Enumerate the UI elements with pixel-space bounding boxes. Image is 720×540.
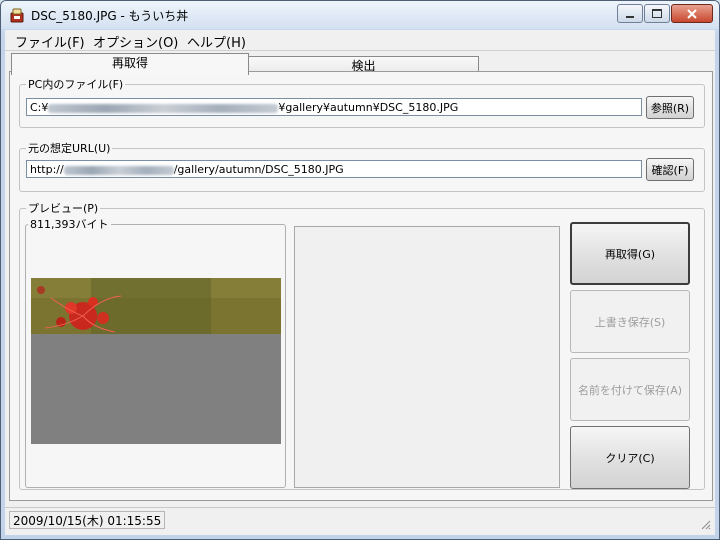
minimize-icon bbox=[626, 15, 634, 18]
menu-file[interactable]: ファイル(F) bbox=[15, 32, 85, 51]
status-datetime: 2009/10/15(木) 01:15:55 bbox=[9, 511, 165, 529]
title-bar[interactable]: DSC_5180.JPG - もういち丼 bbox=[1, 1, 719, 29]
file-size-legend: 811,393バイト bbox=[30, 218, 109, 231]
secondary-preview-frame bbox=[294, 226, 560, 488]
preview-legend: プレビュー(P) bbox=[28, 202, 99, 215]
browse-button[interactable]: 参照(R) bbox=[646, 96, 694, 119]
tab-refetch[interactable]: 再取得 bbox=[11, 53, 249, 75]
tab-panel: PC内のファイル(F) C:¥ ¥gallery¥autumn¥DSC_5180.… bbox=[9, 71, 713, 501]
original-url-field[interactable]: http:// /gallery/autumn/DSC_5180.JPG bbox=[26, 160, 642, 178]
original-url-prefix: http:// bbox=[30, 163, 64, 176]
original-url-legend: 元の想定URL(U) bbox=[28, 142, 111, 155]
close-button[interactable] bbox=[671, 4, 713, 23]
status-bar: 2009/10/15(木) 01:15:55 bbox=[5, 507, 715, 532]
window-title: DSC_5180.JPG - もういち丼 bbox=[31, 9, 189, 23]
minimize-button[interactable] bbox=[617, 4, 643, 23]
maximize-button[interactable] bbox=[644, 4, 670, 23]
clear-button[interactable]: クリア(C) bbox=[570, 426, 690, 489]
app-icon bbox=[10, 8, 24, 23]
save-as-button[interactable]: 名前を付けて保存(A) bbox=[570, 358, 690, 421]
preview-image bbox=[31, 278, 281, 444]
pc-file-path-prefix: C:¥ bbox=[30, 101, 49, 114]
confirm-button[interactable]: 確認(F) bbox=[646, 158, 694, 181]
original-url-suffix: /gallery/autumn/DSC_5180.JPG bbox=[173, 163, 344, 176]
overwrite-save-button[interactable]: 上書き保存(S) bbox=[570, 290, 690, 353]
application-window: DSC_5180.JPG - もういち丼 ファイル(F) オプション(O) ヘル… bbox=[0, 0, 720, 540]
maximize-icon bbox=[652, 9, 662, 18]
status-empty bbox=[167, 511, 697, 529]
redacted-path bbox=[48, 103, 279, 113]
menu-bar: ファイル(F) オプション(O) ヘルプ(H) bbox=[5, 30, 715, 51]
menu-options[interactable]: オプション(O) bbox=[93, 32, 178, 51]
menu-help[interactable]: ヘルプ(H) bbox=[187, 32, 246, 51]
pc-file-path-field[interactable]: C:¥ ¥gallery¥autumn¥DSC_5180.JPG bbox=[26, 98, 642, 116]
refetch-button[interactable]: 再取得(G) bbox=[570, 222, 690, 285]
pc-file-legend: PC内のファイル(F) bbox=[28, 78, 124, 91]
close-icon bbox=[687, 8, 697, 19]
resize-grip-icon[interactable] bbox=[699, 518, 711, 530]
redacted-host bbox=[63, 165, 174, 175]
pc-file-path-suffix: ¥gallery¥autumn¥DSC_5180.JPG bbox=[278, 101, 459, 114]
